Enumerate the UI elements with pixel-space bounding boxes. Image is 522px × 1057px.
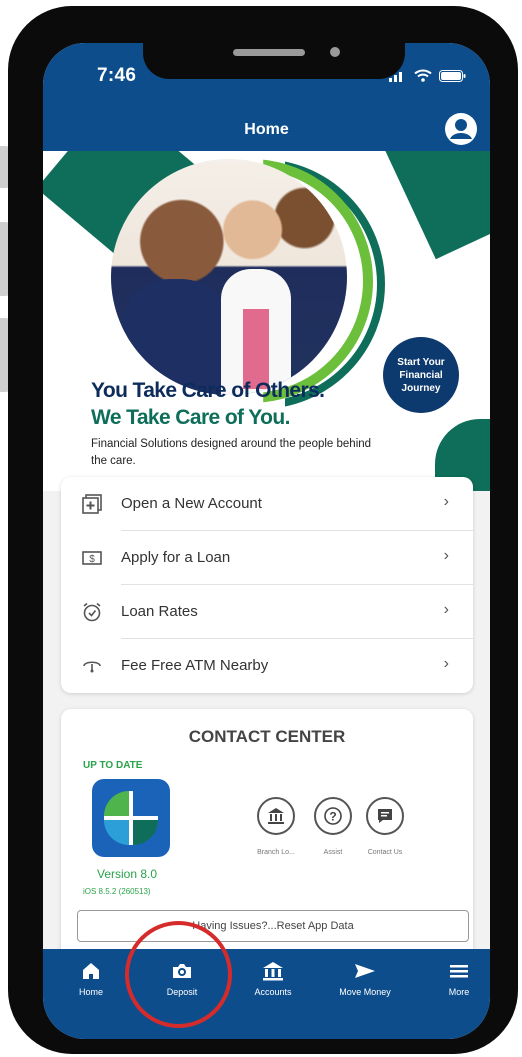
hero-headline: You Take Care of Others. (91, 379, 325, 402)
bank-icon (263, 962, 283, 981)
list-item-loan-rates[interactable]: Loan Rates › (61, 585, 473, 639)
promo-banner[interactable]: Start Your Financial Journey You Take Ca… (43, 151, 490, 491)
nav-label: Move Money (339, 987, 391, 997)
notch (143, 43, 405, 79)
contact-us-button[interactable] (366, 797, 404, 835)
healthcare-workers-photo (111, 159, 347, 395)
chevron-right-icon: › (443, 601, 449, 618)
assist-button[interactable]: ? (314, 797, 352, 835)
branch-locator-label: Branch Lo... (257, 849, 295, 856)
chevron-right-icon: › (443, 547, 449, 564)
nav-accounts[interactable]: Accounts (233, 959, 313, 997)
add-account-icon (82, 494, 102, 514)
page-title: Home (244, 121, 289, 138)
reset-app-data-button[interactable]: Having Issues?...Reset App Data (77, 910, 469, 942)
nav-label: Accounts (254, 987, 292, 997)
bank-icon (268, 808, 284, 824)
hero-subtitle: Financial Solutions designed around the … (91, 438, 372, 467)
phone-screen: 7:46 Home Start Your Financial Journey Y… (43, 43, 490, 1039)
list-item-label: Fee Free ATM Nearby (121, 657, 269, 674)
dollar-bill-icon: $ (82, 551, 102, 565)
update-status-badge: UP TO DATE (83, 760, 143, 771)
menu-icon (450, 965, 468, 978)
status-bar: 7:46 (43, 43, 490, 109)
app-logo-icon (104, 791, 158, 845)
nav-more[interactable]: More (419, 959, 490, 997)
contact-center-title: CONTACT CENTER (188, 727, 346, 746)
photo-detail (121, 279, 231, 395)
phone-frame: 7:46 Home Start Your Financial Journey Y… (8, 6, 518, 1054)
battery-icon (439, 69, 466, 82)
alarm-clock-icon (83, 602, 101, 622)
photo-detail (243, 309, 269, 389)
quick-links-card: Open a New Account › $ Apply for a Loan … (61, 477, 473, 693)
status-time: 7:46 (97, 65, 137, 86)
list-item-apply-loan[interactable]: $ Apply for a Loan › (61, 531, 473, 585)
svg-text:?: ? (329, 810, 336, 824)
app-header: Home (43, 109, 490, 151)
list-item-label: Loan Rates (121, 603, 198, 620)
speaker-grille (233, 49, 305, 56)
app-version: Version 8.0 (97, 867, 158, 881)
nav-label: More (448, 987, 470, 997)
nav-home[interactable]: Home (51, 959, 131, 997)
nav-label: Home (78, 987, 103, 997)
branch-locator-button[interactable] (257, 797, 295, 835)
bottom-navigation: Home Deposit Accounts Move Money More (43, 949, 490, 1039)
chevron-right-icon: › (443, 655, 449, 672)
home-icon (83, 963, 99, 979)
contact-center-card: CONTACT CENTER UP TO DATE Version 8.0 iO… (61, 709, 473, 959)
assist-label: Assist (323, 849, 343, 856)
chat-icon (378, 809, 392, 823)
location-icon (83, 661, 101, 673)
chevron-right-icon: › (443, 493, 449, 510)
hero-headline-secondary: We Take Care of You. (91, 406, 290, 429)
list-item-open-account[interactable]: Open a New Account › (61, 477, 473, 531)
list-item-label: Apply for a Loan (121, 549, 231, 566)
list-item-label: Open a New Account (121, 495, 262, 512)
front-camera (330, 47, 340, 57)
status-icons (389, 69, 466, 82)
wifi-icon (414, 69, 432, 82)
contact-us-label: Contact Us (367, 849, 403, 856)
signal-icon (389, 71, 402, 82)
os-version: iOS 8.5.2 (260513) (83, 887, 151, 896)
highlight-circle-annotation (125, 921, 232, 1028)
app-logo (92, 779, 170, 857)
decorative-shape (385, 151, 490, 260)
profile-icon[interactable] (444, 112, 478, 146)
nav-move-money[interactable]: Move Money (325, 959, 405, 997)
help-icon: ? (324, 807, 342, 825)
send-icon (355, 964, 375, 978)
reset-app-data-label: Having Issues?...Reset App Data (192, 920, 354, 932)
list-item-atm-nearby[interactable]: Fee Free ATM Nearby › (61, 639, 473, 693)
svg-text:$: $ (89, 554, 95, 565)
start-journey-badge[interactable]: Start Your Financial Journey (383, 337, 459, 413)
badge-label: Start Your Financial Journey (397, 356, 445, 394)
